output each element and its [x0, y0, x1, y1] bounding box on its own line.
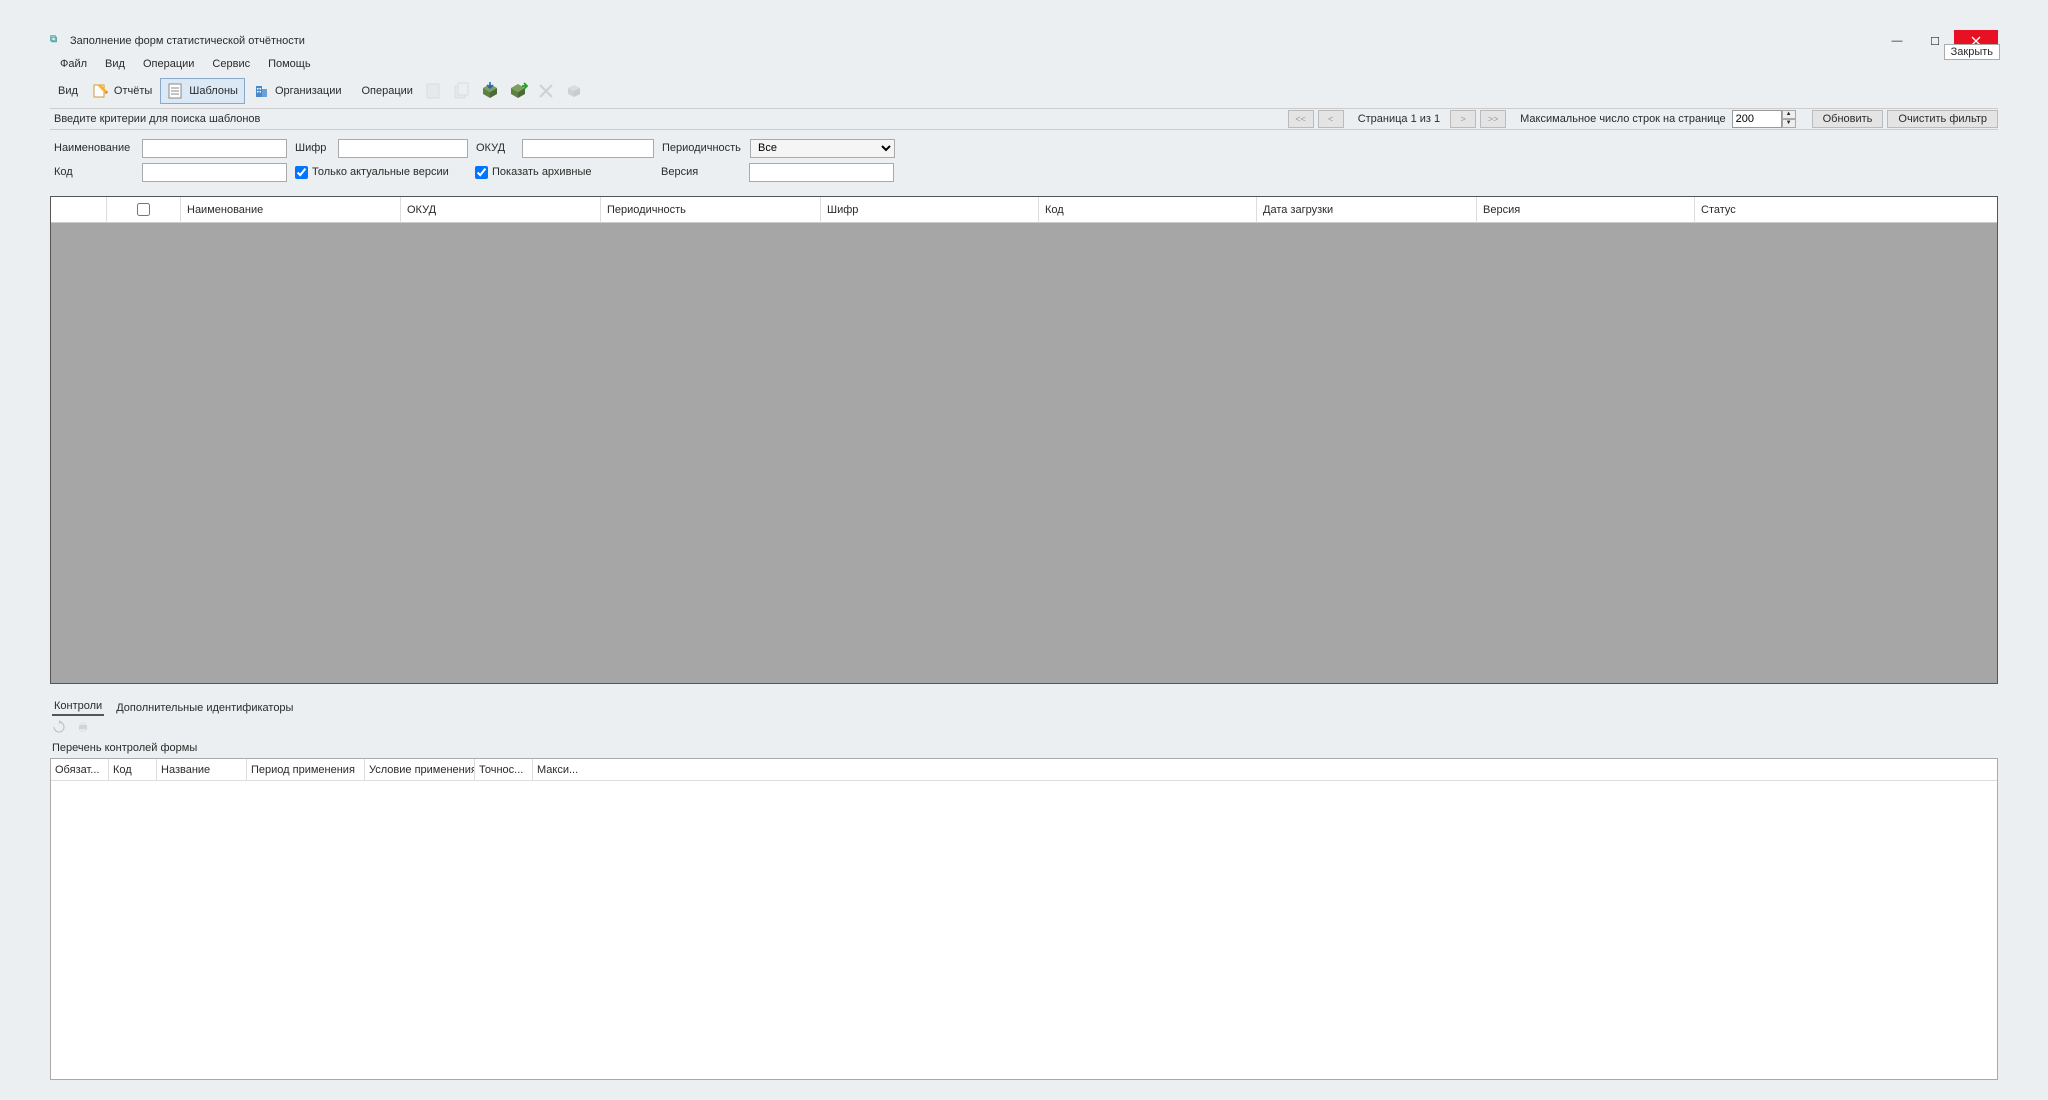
- criteria-okud-label: ОКУД: [476, 142, 514, 154]
- filter-bar: Введите критерии для поиска шаблонов << …: [50, 108, 1998, 130]
- criteria-version-input[interactable]: [749, 163, 894, 182]
- grid-col-okud[interactable]: ОКУД: [401, 197, 601, 223]
- pencil-paper-icon: [92, 82, 110, 100]
- grid-col-shifr[interactable]: Шифр: [821, 197, 1039, 223]
- pager-last-button[interactable]: >>: [1480, 110, 1506, 128]
- maxrows-spinner[interactable]: ▲ ▼: [1782, 110, 1796, 128]
- app-icon: ⧉: [50, 34, 64, 48]
- doc-ghost-icon: [424, 81, 444, 101]
- toolbar: Вид Отчёты Шаблоны Организации Операции: [50, 76, 1998, 106]
- ctrl-col-kod[interactable]: Код: [109, 759, 157, 780]
- toolbar-delete-button[interactable]: [533, 78, 559, 104]
- toolbar-templates-button[interactable]: Шаблоны: [160, 78, 245, 104]
- criteria-okud-input[interactable]: [522, 139, 654, 158]
- grid-col-status[interactable]: Статус: [1695, 197, 1997, 223]
- criteria-kod-label: Код: [54, 166, 134, 178]
- menu-help[interactable]: Помощь: [260, 56, 319, 72]
- toolbar-box-out-button[interactable]: [505, 78, 531, 104]
- menu-file[interactable]: Файл: [52, 56, 95, 72]
- toolbar-cube-button[interactable]: [561, 78, 587, 104]
- toolbar-orgs-button[interactable]: Организации: [247, 78, 348, 104]
- box-out-icon: [507, 80, 529, 102]
- docs-ghost-icon: [452, 81, 472, 101]
- refresh-mini-icon[interactable]: [52, 720, 68, 736]
- titlebar: ⧉ Заполнение форм статистической отчётно…: [50, 30, 1998, 52]
- delete-x-icon: [537, 82, 555, 100]
- toolbar-group-view: Вид: [52, 85, 84, 97]
- minimize-button[interactable]: —: [1878, 30, 1916, 52]
- close-tooltip: Закрыть: [1944, 44, 2000, 60]
- toolbar-group-ops: Операции: [356, 85, 419, 97]
- ctrl-col-max[interactable]: Макси...: [533, 759, 587, 780]
- app-window: ⧉ Заполнение форм статистической отчётно…: [0, 0, 2048, 1100]
- spinner-up-icon[interactable]: ▲: [1782, 110, 1796, 119]
- pager-first-button[interactable]: <<: [1288, 110, 1314, 128]
- tab-extra-ids[interactable]: Дополнительные идентификаторы: [114, 700, 295, 716]
- grid-col-name[interactable]: Наименование: [181, 197, 401, 223]
- ctrl-col-obligatory[interactable]: Обязат...: [51, 759, 109, 780]
- lower-sub-toolbar: [50, 716, 1998, 740]
- toolbar-op1-button[interactable]: [421, 78, 447, 104]
- criteria-shifr-label: Шифр: [295, 142, 330, 154]
- grid-col-ver[interactable]: Версия: [1477, 197, 1695, 223]
- building-icon: [253, 82, 271, 100]
- filter-hint: Введите критерии для поиска шаблонов: [50, 113, 260, 125]
- refresh-button[interactable]: Обновить: [1812, 110, 1884, 128]
- criteria-period-label: Периодичность: [662, 142, 742, 154]
- toolbar-op2-button[interactable]: [449, 78, 475, 104]
- criteria-name-input[interactable]: [142, 139, 287, 158]
- controls-grid-header: Обязат... Код Название Период применения…: [51, 759, 1997, 781]
- toolbar-reports-button[interactable]: Отчёты: [86, 78, 158, 104]
- criteria-version-label: Версия: [661, 166, 741, 178]
- templates-grid: Наименование ОКУД Периодичность Шифр Код…: [50, 196, 1998, 684]
- toolbar-templates-label: Шаблоны: [189, 85, 238, 97]
- menu-view[interactable]: Вид: [97, 56, 133, 72]
- criteria-show-archive-label: Показать архивные: [492, 166, 592, 178]
- tab-controls[interactable]: Контроли: [52, 698, 104, 716]
- ctrl-col-apply-period[interactable]: Период применения: [247, 759, 365, 780]
- ctrl-col-name[interactable]: Название: [157, 759, 247, 780]
- criteria-name-label: Наименование: [54, 142, 134, 154]
- toolbar-reports-label: Отчёты: [114, 85, 152, 97]
- menu-operations[interactable]: Операции: [135, 56, 202, 72]
- ctrl-col-precision[interactable]: Точнос...: [475, 759, 533, 780]
- menubar: Файл Вид Операции Сервис Помощь: [50, 54, 1998, 74]
- clear-filter-button[interactable]: Очистить фильтр: [1887, 110, 1998, 128]
- lower-header-text: Перечень контролей формы: [50, 740, 1998, 758]
- criteria-panel: Наименование Шифр ОКУД Периодичность Все…: [50, 130, 1998, 186]
- criteria-show-archive-checkbox[interactable]: [475, 166, 488, 179]
- window-title: Заполнение форм статистической отчётност…: [70, 35, 305, 47]
- print-mini-icon[interactable]: [76, 720, 92, 736]
- pager-next-button[interactable]: >: [1450, 110, 1476, 128]
- lower-tabs: Контроли Дополнительные идентификаторы: [50, 694, 1998, 716]
- criteria-only-actual-checkbox[interactable]: [295, 166, 308, 179]
- grid-col-date[interactable]: Дата загрузки: [1257, 197, 1477, 223]
- grid-select-all-checkbox[interactable]: [137, 203, 150, 216]
- box-in-icon: [479, 80, 501, 102]
- controls-grid: Обязат... Код Название Период применения…: [50, 758, 1998, 1080]
- grid-col-checkbox[interactable]: [107, 197, 181, 223]
- toolbar-box-in-button[interactable]: [477, 78, 503, 104]
- criteria-shifr-input[interactable]: [338, 139, 468, 158]
- menu-service[interactable]: Сервис: [204, 56, 258, 72]
- form-icon: [167, 82, 185, 100]
- ctrl-col-apply-condition[interactable]: Условие применения: [365, 759, 475, 780]
- toolbar-orgs-label: Организации: [275, 85, 342, 97]
- maxrows-input[interactable]: [1732, 110, 1782, 128]
- criteria-only-actual-label: Только актуальные версии: [312, 166, 449, 178]
- maxrows-label: Максимальное число строк на странице: [1520, 113, 1725, 125]
- spinner-down-icon[interactable]: ▼: [1782, 119, 1796, 128]
- grid-col-period[interactable]: Периодичность: [601, 197, 821, 223]
- grid-header-row: Наименование ОКУД Периодичность Шифр Код…: [51, 197, 1997, 223]
- grid-col-kod[interactable]: Код: [1039, 197, 1257, 223]
- gray-cube-icon: [564, 81, 584, 101]
- criteria-period-select[interactable]: Все: [750, 139, 895, 158]
- grid-col-blank: [51, 197, 107, 223]
- pager-text: Страница 1 из 1: [1358, 113, 1440, 125]
- pager-prev-button[interactable]: <: [1318, 110, 1344, 128]
- criteria-kod-input[interactable]: [142, 163, 287, 182]
